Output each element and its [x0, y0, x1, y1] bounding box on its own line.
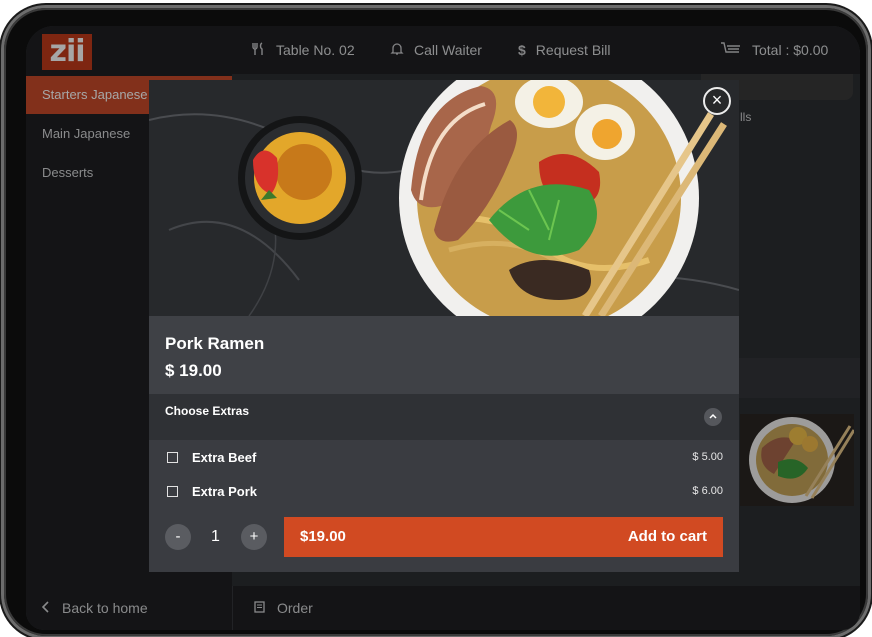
- dish-photo: [149, 80, 739, 348]
- app-screen: zii Table No. 02 Call Waiter $ Request B…: [26, 26, 860, 630]
- close-icon: ×: [711, 90, 723, 110]
- extra-option-beef[interactable]: Extra Beef $ 5.00: [149, 441, 739, 475]
- product-modal: × Pork Ramen $ 19.00 Choose Extras Extra…: [149, 80, 739, 572]
- extra-beef-price: $ 5.00: [692, 451, 723, 463]
- quantity-increase-button[interactable]: +: [241, 524, 267, 550]
- chevron-up-icon[interactable]: [704, 408, 722, 426]
- extra-beef-checkbox[interactable]: [167, 452, 178, 463]
- dish-info: Pork Ramen $ 19.00: [149, 316, 739, 394]
- extra-option-pork[interactable]: Extra Pork $ 6.00: [149, 475, 739, 509]
- extras-header[interactable]: Choose Extras: [149, 394, 739, 440]
- extras-title: Choose Extras: [165, 404, 250, 418]
- quantity-decrease-button[interactable]: -: [165, 524, 191, 550]
- dish-name: Pork Ramen: [165, 334, 265, 353]
- extra-beef-label: Extra Beef: [192, 450, 257, 465]
- extra-pork-label: Extra Pork: [192, 484, 258, 499]
- add-to-cart-button[interactable]: $19.00 Add to cart: [284, 517, 723, 557]
- dish-price: $ 19.00: [165, 361, 222, 380]
- close-modal-button[interactable]: ×: [703, 87, 731, 115]
- add-to-cart-label: Add to cart: [627, 528, 707, 545]
- extra-pork-checkbox[interactable]: [167, 486, 178, 497]
- extra-pork-price: $ 6.00: [692, 485, 723, 497]
- cart-item-total: $19.00: [300, 528, 346, 545]
- quantity-value: 1: [211, 528, 220, 545]
